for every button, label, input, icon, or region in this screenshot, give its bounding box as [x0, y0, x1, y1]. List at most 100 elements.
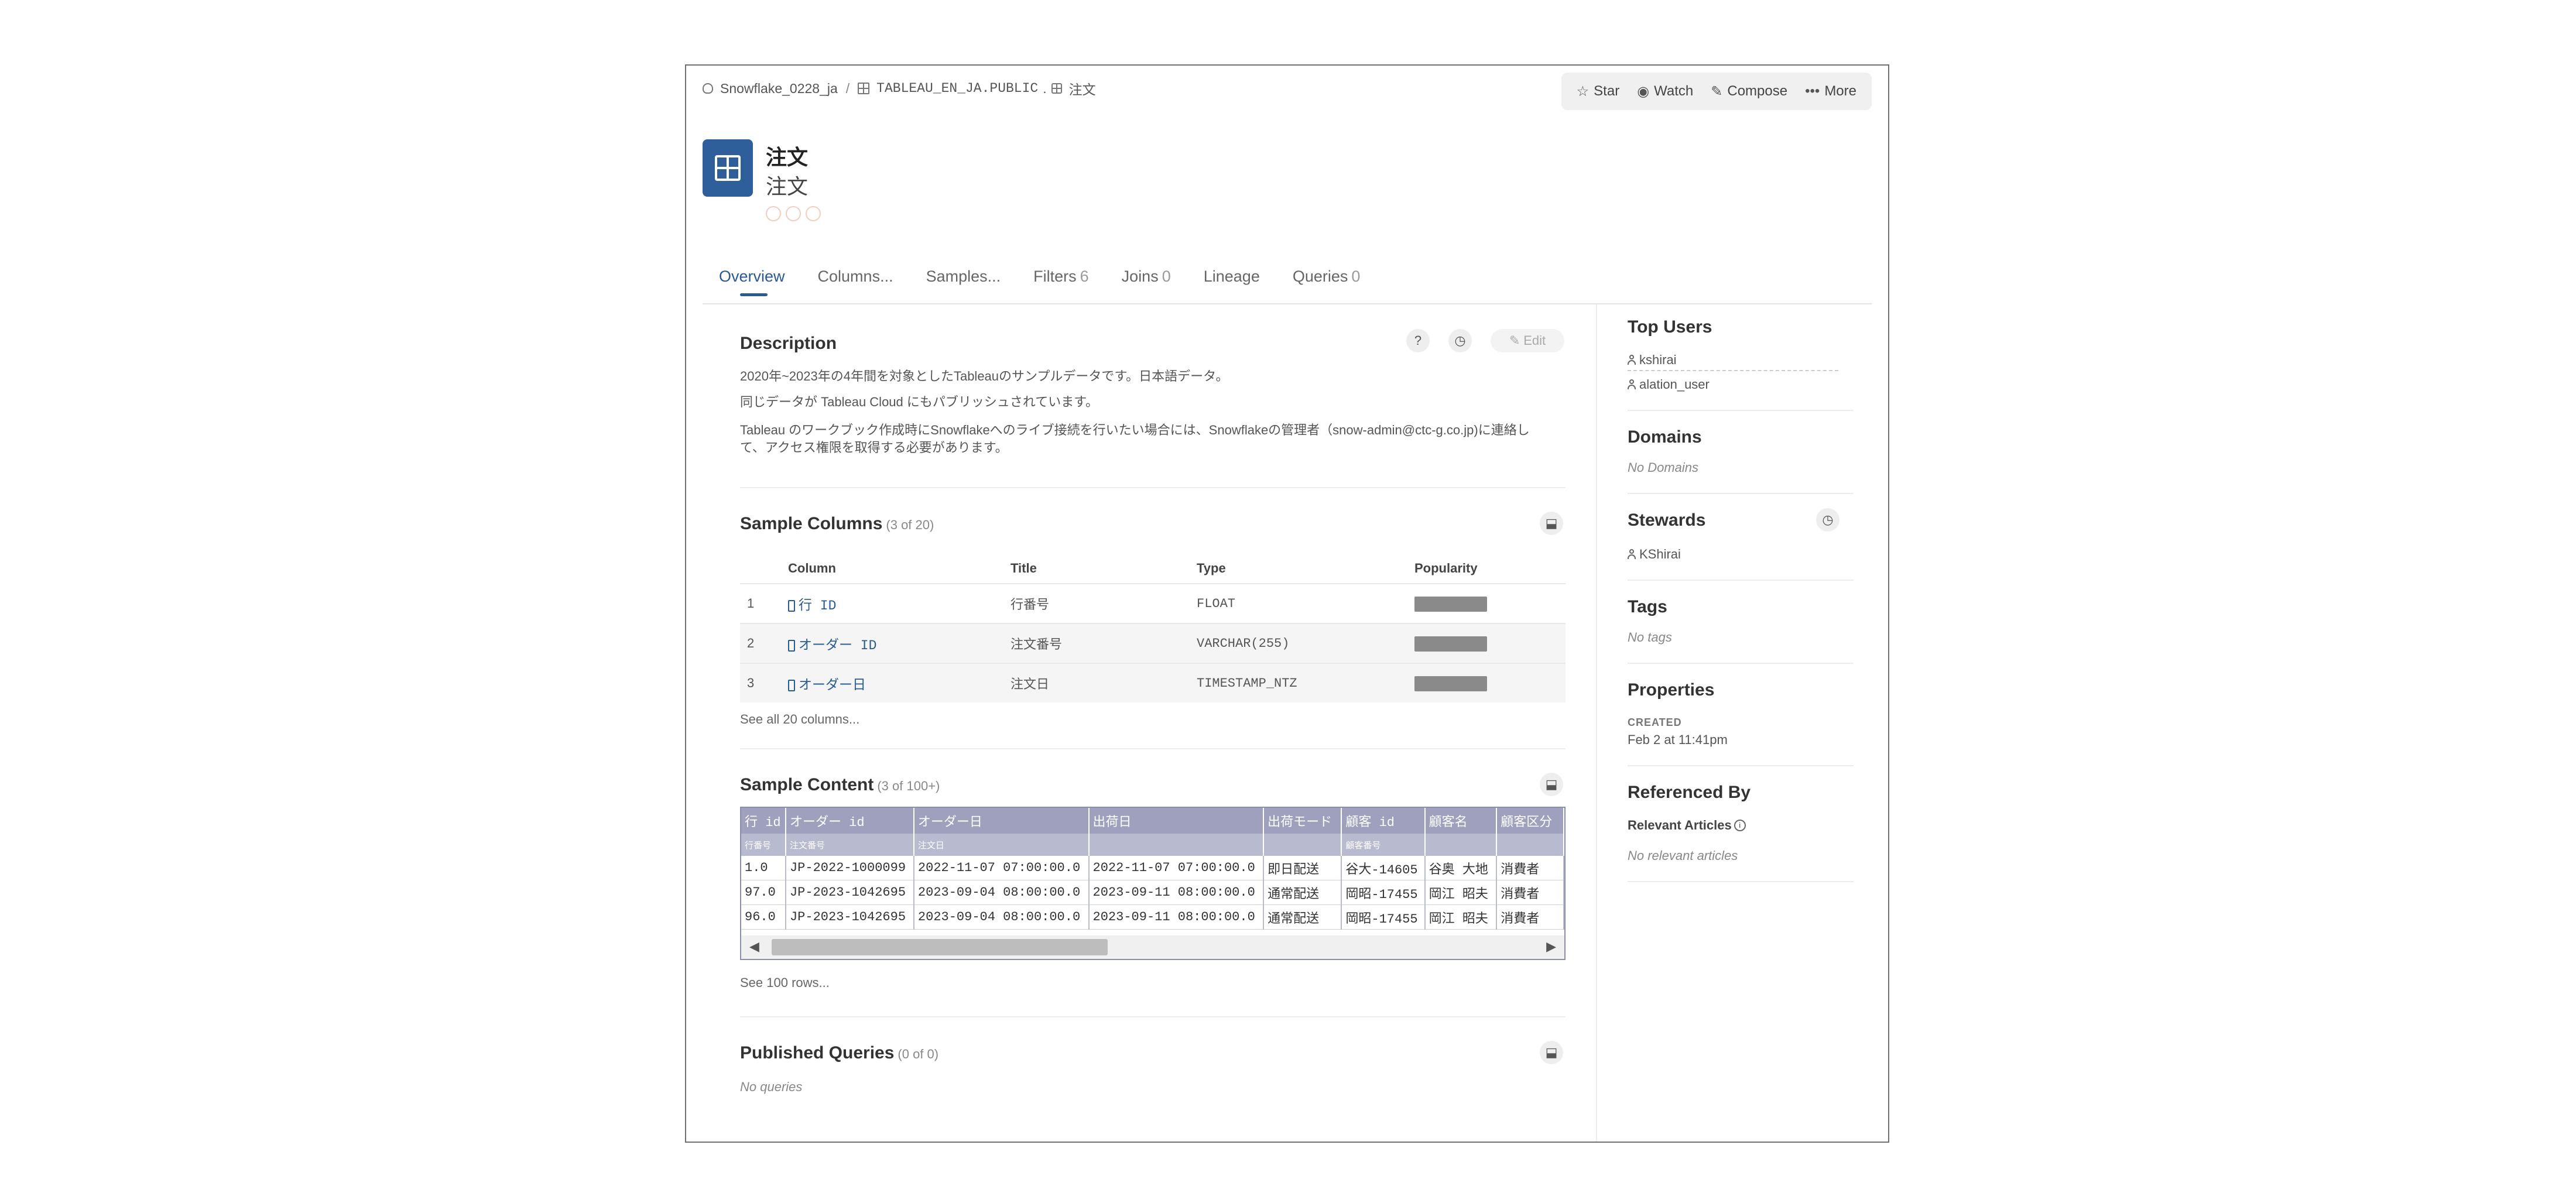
table-row: 1 行 ID 行番号 FLOAT — [740, 583, 1566, 623]
grid-cell: 消費者 — [1496, 856, 1564, 880]
grid-header: 顧客 id — [1341, 808, 1426, 834]
scroll-left-icon[interactable]: ◀ — [749, 939, 759, 954]
column-header: Type — [1197, 561, 1226, 575]
user-link[interactable]: kshirai — [1628, 352, 1854, 368]
trust-flags[interactable] — [766, 206, 821, 221]
breadcrumb-table[interactable]: 注文 — [1069, 78, 1096, 98]
main-content: Description ? ◷ ✎ Edit 2020年~2023年の4年間を対… — [740, 304, 1566, 1149]
sidebar-divider — [1596, 304, 1597, 1142]
ellipsis-icon: ••• — [1805, 83, 1820, 99]
column-title: 注文番号 — [1010, 623, 1197, 663]
page-subtitle[interactable]: 注文 — [766, 170, 808, 200]
breadcrumb-database[interactable]: Snowflake_0228_ja — [720, 81, 838, 97]
star-button[interactable]: ☆ Star — [1577, 83, 1620, 100]
more-button[interactable]: ••• More — [1805, 83, 1856, 100]
created-label: CREATED — [1628, 717, 1682, 728]
grid-row: 97.0 JP-2023-1042695 2023-09-04 08:00:00… — [741, 880, 1564, 905]
tab-columns[interactable]: Columns... — [818, 268, 893, 296]
referenced-by-heading: Referenced By — [1628, 783, 1751, 802]
scroll-right-icon[interactable]: ▶ — [1546, 939, 1556, 954]
horizontal-scrollbar[interactable]: ◀ ▶ — [741, 935, 1564, 959]
grid-header: 顧客名 — [1424, 808, 1498, 834]
tags-section: Tags No tags — [1628, 597, 1854, 664]
grid-row: 96.0 JP-2023-1042695 2023-09-04 08:00:00… — [741, 904, 1564, 930]
column-type: FLOAT — [1197, 583, 1414, 623]
no-domains-text: No Domains — [1628, 460, 1699, 475]
grid-header: オーダー id — [785, 808, 914, 834]
table-object-icon — [703, 139, 753, 197]
relevant-articles-label: Relevant Articles i — [1628, 818, 1854, 833]
grid-cell: 2023-09-04 08:00:00.0 — [913, 904, 1090, 930]
table-row: 2 オーダー ID 注文番号 VARCHAR(255) — [740, 623, 1566, 663]
tab-overview[interactable]: Overview — [719, 268, 785, 296]
page-title: 注文 — [766, 145, 809, 169]
export-icon[interactable]: ⬓ — [1540, 1041, 1563, 1064]
trust-flag-icon[interactable] — [786, 206, 801, 221]
grid-cell: 岡江 昭夫 — [1424, 904, 1498, 930]
tab-queries[interactable]: Queries 0 — [1293, 268, 1361, 296]
trust-flag-icon[interactable] — [806, 206, 821, 221]
grid-subheader: 行番号 — [741, 834, 786, 856]
see-all-rows-link[interactable]: See 100 rows... — [740, 975, 1566, 990]
tab-joins[interactable]: Joins 0 — [1122, 268, 1171, 296]
user-icon — [1628, 379, 1636, 390]
help-icon[interactable]: ? — [1406, 329, 1430, 352]
see-all-columns-link[interactable]: See all 20 columns... — [740, 712, 1566, 727]
edit-button[interactable]: ✎ Edit — [1491, 329, 1564, 352]
watch-label: Watch — [1654, 83, 1694, 99]
compose-button[interactable]: ✎ Compose — [1711, 83, 1787, 100]
column-type: TIMESTAMP_NTZ — [1197, 663, 1414, 702]
grid-header: 顧客区分 — [1496, 808, 1564, 834]
tab-filters[interactable]: Filters 6 — [1033, 268, 1089, 296]
sample-content-table: 行 id オーダー id オーダー日 出荷日 出荷モード 顧客 id 顧客名 顧… — [741, 808, 1564, 930]
grid-row: 1.0 JP-2022-1000099 2022-11-07 07:00:00.… — [741, 856, 1564, 880]
description-heading: Description — [740, 334, 837, 353]
row-number: 1 — [740, 583, 788, 623]
row-number: 2 — [740, 623, 788, 663]
breadcrumb: Snowflake_0228_ja / TABLEAU_EN_JA.PUBLIC… — [703, 78, 1096, 98]
no-articles-text: No relevant articles — [1628, 848, 1738, 863]
export-icon[interactable]: ⬓ — [1540, 512, 1563, 535]
grid-cell: 2023-09-04 08:00:00.0 — [913, 880, 1090, 905]
user-link[interactable]: KShirai — [1628, 547, 1854, 562]
popularity-bar — [1414, 676, 1487, 691]
tab-samples[interactable]: Samples... — [926, 268, 1001, 296]
domains-section: Domains No Domains — [1628, 427, 1854, 494]
sample-columns-count: (3 of 20) — [886, 517, 934, 532]
column-link[interactable]: オーダー ID — [788, 638, 876, 653]
trust-flag-icon[interactable] — [766, 206, 781, 221]
created-value: Feb 2 at 11:41pm — [1628, 732, 1728, 747]
row-number: 3 — [740, 663, 788, 702]
tab-lineage[interactable]: Lineage — [1204, 268, 1260, 296]
description-line: Tableau のワークブック作成時にSnowflakeへのライブ接続を行いたい… — [740, 423, 1530, 437]
grid-header: オーダー日 — [913, 808, 1090, 834]
eye-icon: ◉ — [1637, 83, 1650, 100]
breadcrumb-separator: . — [1043, 80, 1047, 96]
watch-button[interactable]: ◉ Watch — [1637, 83, 1693, 100]
pencil-icon: ✎ — [1711, 83, 1723, 100]
column-link[interactable]: オーダー日 — [788, 678, 866, 693]
column-title: 注文日 — [1010, 663, 1197, 702]
domains-heading: Domains — [1628, 427, 1702, 447]
user-link[interactable]: alation_user — [1628, 377, 1854, 392]
grid-cell: 2023-09-11 08:00:00.0 — [1088, 880, 1265, 905]
breadcrumb-schema[interactable]: TABLEAU_EN_JA.PUBLIC — [876, 81, 1038, 96]
compose-label: Compose — [1727, 83, 1788, 99]
history-icon[interactable]: ◷ — [1816, 508, 1839, 532]
grid-subheader: 注文日 — [913, 834, 1090, 856]
sample-columns-heading: Sample Columns (3 of 20) — [740, 514, 934, 533]
catalog-page: Snowflake_0228_ja / TABLEAU_EN_JA.PUBLIC… — [685, 64, 1889, 1143]
dashed-divider — [1628, 368, 1838, 371]
top-users-heading: Top Users — [1628, 317, 1712, 337]
sidebar: Top Users kshirai alation_user Domains N… — [1628, 317, 1854, 899]
column-link[interactable]: 行 ID — [788, 598, 836, 614]
info-icon[interactable]: i — [1734, 820, 1746, 831]
history-icon[interactable]: ◷ — [1448, 329, 1472, 352]
sample-content-grid[interactable]: 行 id オーダー id オーダー日 出荷日 出荷モード 顧客 id 顧客名 顧… — [740, 807, 1566, 960]
scrollbar-thumb[interactable] — [772, 939, 1108, 955]
export-icon[interactable]: ⬓ — [1540, 773, 1563, 796]
star-label: Star — [1594, 83, 1620, 99]
column-header: Title — [1010, 561, 1037, 575]
database-icon — [703, 83, 713, 94]
user-icon — [1628, 355, 1636, 365]
